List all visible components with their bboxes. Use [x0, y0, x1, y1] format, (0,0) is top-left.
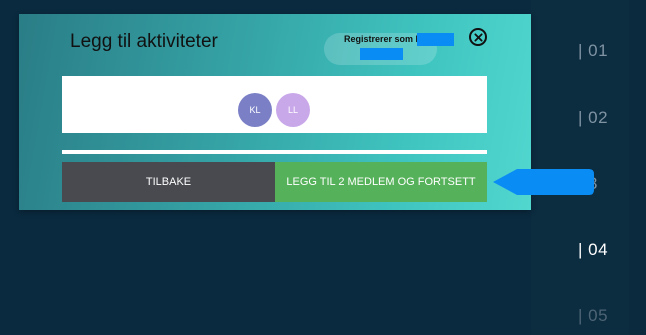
register-as-label: Registrerer som K [344, 34, 423, 44]
timeline-item-01[interactable]: | 01 [578, 41, 608, 61]
redaction-box [417, 33, 454, 46]
scroll-edge [629, 0, 646, 335]
back-button[interactable]: TILBAKE [62, 162, 275, 202]
add-activities-modal: Legg til aktiviteter Registrerer som K K… [19, 14, 531, 210]
member-avatar-ll[interactable]: LL [276, 93, 310, 127]
timeline-item-04[interactable]: | 04 [578, 240, 608, 260]
selected-members-panel: KL LL [62, 76, 487, 133]
pointer-arrow-icon [493, 169, 594, 195]
add-members-continue-button[interactable]: LEGG TIL 2 MEDLEM OG FORTSETT [275, 162, 487, 202]
close-icon [473, 32, 483, 42]
timeline-item-05[interactable]: | 05 [578, 306, 608, 326]
member-search-bar[interactable] [62, 150, 487, 154]
redaction-box [360, 48, 403, 60]
modal-title: Legg til aktiviteter [70, 31, 218, 52]
close-button[interactable] [469, 28, 487, 46]
member-avatar-kl[interactable]: KL [238, 93, 272, 127]
timeline-item-02[interactable]: | 02 [578, 108, 608, 128]
